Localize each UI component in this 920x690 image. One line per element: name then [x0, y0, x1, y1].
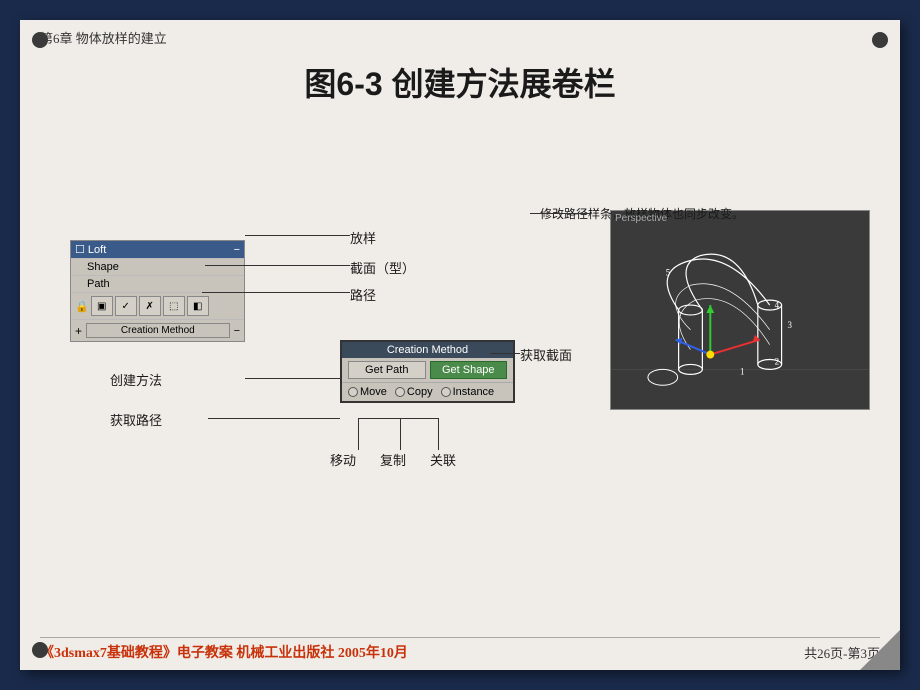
- annotation-yidong: 移动: [330, 450, 356, 469]
- annot-line-h-yfg: [358, 418, 438, 419]
- annot-line-hqlj: [208, 418, 340, 419]
- loft-panel: ☐ Loft − Shape Path 🔒 ▣ ✓ ✗ ⬚ ◧ + Creati…: [70, 240, 245, 342]
- svg-text:1: 1: [740, 366, 744, 376]
- annotation-cjff: 创建方法: [110, 370, 162, 389]
- svg-text:3: 3: [788, 320, 793, 330]
- corner-circle-tl: [32, 32, 48, 48]
- popup-btn-row: Get Path Get Shape: [342, 358, 513, 383]
- move-radio-circle: [348, 387, 358, 397]
- popup-title-text: Creation Method: [387, 344, 468, 356]
- annot-line-hqjm: [490, 353, 520, 354]
- perspective-view: Perspective: [610, 210, 870, 410]
- shape-row: Shape: [71, 259, 244, 276]
- footer-right: 共26页-第3页: [804, 643, 880, 662]
- move-label: Move: [360, 386, 387, 398]
- instance-radio-circle: [441, 387, 451, 397]
- annotation-guanlian: 关联: [430, 450, 456, 469]
- move-radio[interactable]: Move: [348, 386, 387, 398]
- toolbar-lock[interactable]: 🔒: [75, 300, 89, 313]
- instance-radio[interactable]: Instance: [441, 386, 495, 398]
- instance-label: Instance: [453, 386, 495, 398]
- toolbar-btn-1[interactable]: ▣: [91, 296, 113, 316]
- annotation-fangyang: 放样: [350, 228, 376, 247]
- toolbar-btn-4[interactable]: ⬚: [163, 296, 185, 316]
- copy-radio[interactable]: Copy: [395, 386, 433, 398]
- toolbar-btn-5[interactable]: ◧: [187, 296, 209, 316]
- path-label: Path: [75, 278, 110, 290]
- annot-line-lj: [202, 292, 350, 293]
- svg-text:4: 4: [775, 300, 780, 310]
- get-shape-btn[interactable]: Get Shape: [430, 361, 508, 379]
- popup-header: Creation Method: [342, 342, 513, 358]
- header-section: 第6章 物体放样的建立 图6-3 创建方法展卷栏: [40, 28, 880, 105]
- creation-method-btn[interactable]: Creation Method: [86, 323, 230, 338]
- corner-circle-tr: [872, 32, 888, 48]
- toolbar-btn-2[interactable]: ✓: [115, 296, 137, 316]
- cm-row: + Creation Method −: [71, 320, 244, 341]
- panel-toolbar: 🔒 ▣ ✓ ✗ ⬚ ◧: [71, 293, 244, 320]
- chapter-label: 第6章 物体放样的建立: [40, 28, 880, 47]
- page-container: 第6章 物体放样的建立 图6-3 创建方法展卷栏 ☐ Loft − Shape …: [20, 20, 900, 670]
- toolbar-btn-3[interactable]: ✗: [139, 296, 161, 316]
- annot-line-jm: [205, 265, 350, 266]
- radio-group: Move Copy Instance: [342, 383, 513, 401]
- main-title: 图6-3 创建方法展卷栏: [40, 59, 880, 105]
- footer: 《3dsmax7基础教程》电子教案 机械工业出版社 2005年10月 共26页-…: [40, 637, 880, 662]
- footer-left: 《3dsmax7基础教程》电子教案 机械工业出版社 2005年10月: [40, 642, 408, 662]
- annot-line-v-yd: [358, 418, 359, 450]
- annot-line-fy: [245, 235, 350, 236]
- annot-line-v-fz: [400, 418, 401, 450]
- annot-line-xiugai: [530, 213, 590, 214]
- annot-line-cjff: [245, 378, 340, 379]
- panel-minus[interactable]: −: [234, 244, 240, 256]
- perspective-label: Perspective: [615, 213, 667, 224]
- svg-text:2: 2: [775, 356, 779, 366]
- get-path-btn[interactable]: Get Path: [348, 361, 426, 379]
- copy-radio-circle: [395, 387, 405, 397]
- copy-label: Copy: [407, 386, 433, 398]
- path-row: Path: [71, 276, 244, 293]
- loft-checkbox[interactable]: ☐ Loft: [75, 243, 106, 256]
- perspective-svg: 4 3 2 1 5: [611, 211, 869, 409]
- corner-circle-bl: [32, 642, 48, 658]
- svg-text:5: 5: [666, 267, 671, 277]
- panel-header: ☐ Loft −: [71, 241, 244, 259]
- creation-method-popup: Creation Method Get Path Get Shape Move …: [340, 340, 515, 403]
- cm-dash: −: [234, 325, 240, 337]
- shape-label: Shape: [75, 261, 119, 273]
- content-area: ☐ Loft − Shape Path 🔒 ▣ ✓ ✗ ⬚ ◧ + Creati…: [40, 120, 880, 625]
- annotation-lujing: 路径: [350, 285, 376, 304]
- annotation-jiemian: 截面（型）: [350, 258, 415, 277]
- annotation-hqlj: 获取路径: [110, 410, 162, 429]
- annot-line-v-gl: [438, 418, 439, 450]
- annotation-hqjm: 获取截面: [520, 345, 572, 364]
- annotation-fuzhi: 复制: [380, 450, 406, 469]
- cm-plus[interactable]: +: [75, 324, 82, 338]
